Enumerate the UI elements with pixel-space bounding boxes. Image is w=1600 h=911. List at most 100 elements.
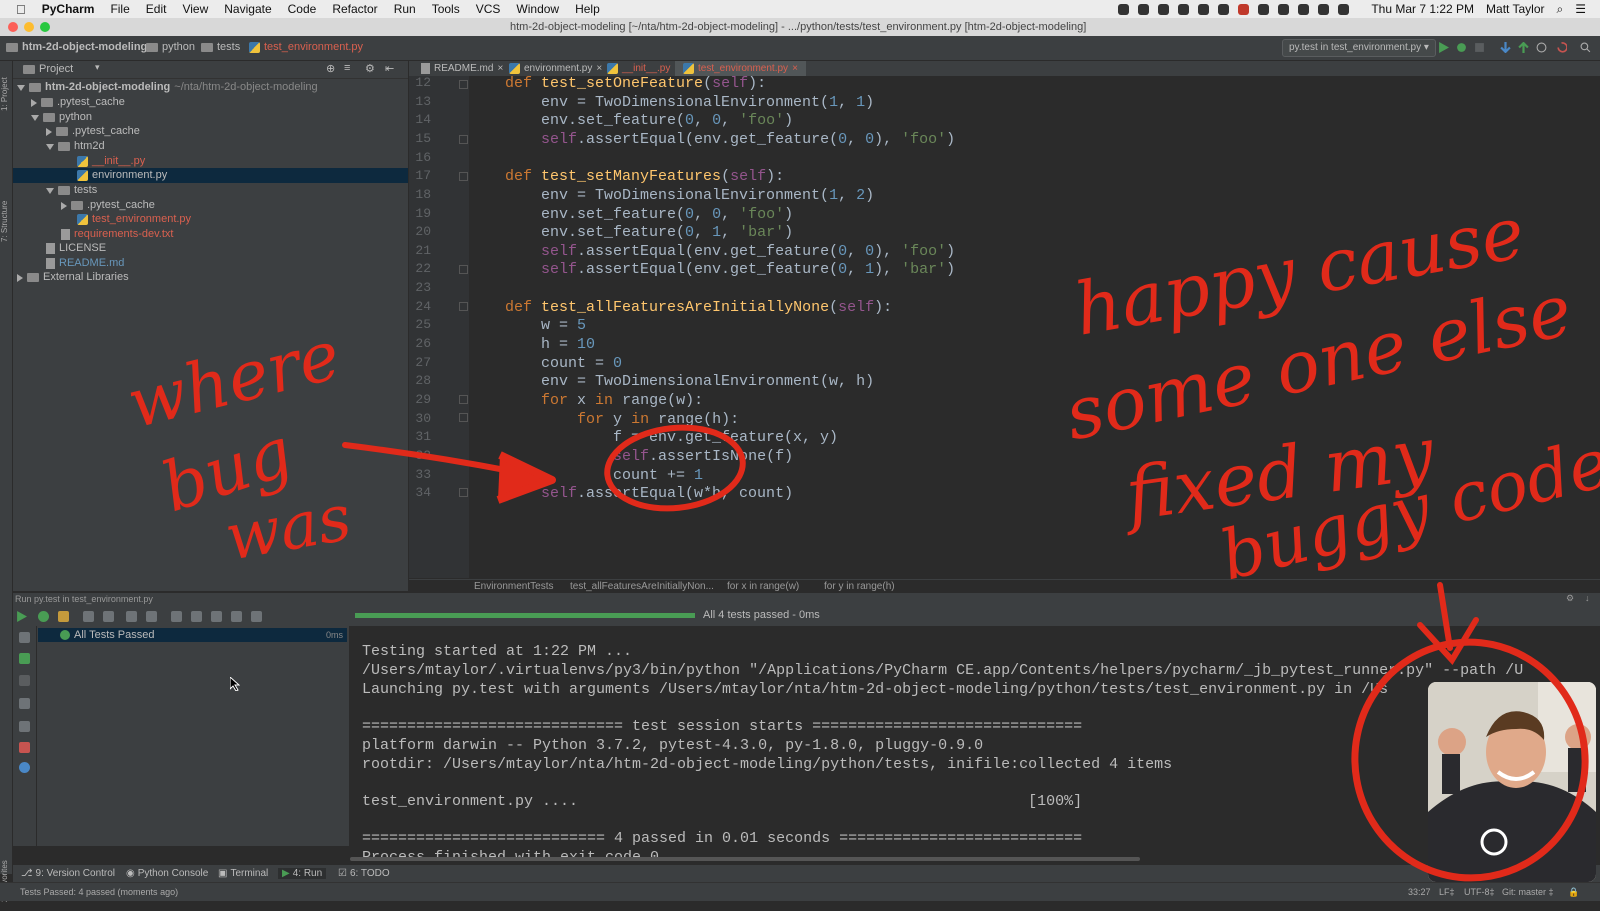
rerun-icon[interactable] xyxy=(16,611,27,622)
tree-item-readme[interactable]: README.md xyxy=(46,256,124,271)
lock-icon[interactable]: 🔒 xyxy=(1568,887,1579,898)
pin-icon[interactable] xyxy=(19,721,30,732)
menu-window[interactable]: Window xyxy=(516,2,559,16)
favorites-tool-tab[interactable]: 2: Favorites xyxy=(0,851,12,911)
tree-item-tests[interactable]: tests xyxy=(46,183,97,198)
chevron-down-icon[interactable]: ▾ xyxy=(95,62,100,73)
fold-marker-icon[interactable] xyxy=(459,135,468,144)
settings-icon[interactable] xyxy=(251,611,262,622)
expand-all-icon[interactable] xyxy=(126,611,137,622)
tree-item-python[interactable]: python xyxy=(31,110,92,125)
fold-marker-icon[interactable] xyxy=(459,302,468,311)
tree-item-environment-py[interactable]: environment.py xyxy=(13,168,408,183)
menu-run[interactable]: Run xyxy=(394,2,416,16)
nav-crumb-project[interactable]: htm-2d-object-modeling xyxy=(6,41,147,53)
file-encoding[interactable]: UTF-8‡ xyxy=(1464,887,1495,897)
menu-tray-icons[interactable] xyxy=(1118,3,1350,15)
apple-icon[interactable]:  xyxy=(16,2,26,17)
spotlight-icon[interactable]: ⌕ xyxy=(1557,2,1564,17)
status-message[interactable]: Tests Passed: 4 passed (moments ago) xyxy=(20,887,178,897)
tray-icon[interactable] xyxy=(1218,3,1230,15)
console-scrollbar[interactable] xyxy=(350,857,1140,861)
gear-icon[interactable]: ⚙ xyxy=(365,62,375,75)
tree-item-pytest-cache[interactable]: .pytest_cache xyxy=(61,198,155,213)
stop-icon[interactable] xyxy=(19,675,30,686)
tab-version-control[interactable]: ⎇ 9: Version Control xyxy=(21,868,115,879)
sort-alpha-icon[interactable] xyxy=(83,611,94,622)
debug-icon[interactable] xyxy=(1456,42,1467,53)
fold-marker-icon[interactable] xyxy=(459,265,468,274)
fold-marker-icon[interactable] xyxy=(459,413,468,422)
project-view-selector[interactable]: Project xyxy=(39,63,73,75)
test-tree-item-all[interactable]: All Tests Passed 0ms xyxy=(38,628,347,642)
menu-vcs[interactable]: VCS xyxy=(476,2,501,16)
tab-environment[interactable]: environment.py × xyxy=(501,61,610,76)
expand-arrow-icon[interactable] xyxy=(31,114,39,121)
menu-edit[interactable]: Edit xyxy=(146,2,167,16)
tree-item-pytest-cache[interactable]: .pytest_cache xyxy=(31,95,125,110)
revert-icon[interactable] xyxy=(1556,42,1567,53)
structure-tool-tab[interactable]: 7: Structure xyxy=(0,191,12,251)
wifi-icon[interactable] xyxy=(1278,3,1290,15)
collapse-arrow-icon[interactable] xyxy=(61,201,67,210)
hide-panel-icon[interactable]: ⇤ xyxy=(385,62,394,75)
previous-test-icon[interactable] xyxy=(171,611,182,622)
expand-arrow-icon[interactable] xyxy=(17,84,25,91)
line-separator[interactable]: LF‡ xyxy=(1439,887,1455,897)
dropbox-icon[interactable] xyxy=(1158,3,1170,15)
record-icon[interactable] xyxy=(1238,3,1250,15)
menu-app-name[interactable]: PyCharm xyxy=(42,2,95,16)
show-ignored-icon[interactable] xyxy=(58,611,69,622)
tray-icon[interactable] xyxy=(1178,3,1190,15)
collapse-arrow-icon[interactable] xyxy=(31,98,37,107)
collapse-all-icon[interactable] xyxy=(146,611,157,622)
gear-icon[interactable]: ⚙ xyxy=(1566,593,1574,604)
collapse-all-icon[interactable]: ≡ xyxy=(344,62,350,74)
fold-marker-icon[interactable] xyxy=(459,172,468,181)
nav-crumb-file[interactable]: test_environment.py xyxy=(249,41,363,53)
tree-item-license[interactable]: LICENSE xyxy=(46,241,106,256)
collapse-arrow-icon[interactable] xyxy=(17,273,23,282)
tree-item-test-environment-py[interactable]: test_environment.py xyxy=(77,212,191,227)
git-branch[interactable]: Git: master ‡ xyxy=(1502,887,1554,897)
caret-position[interactable]: 33:27 xyxy=(1408,887,1431,897)
tab-python-console[interactable]: ◉ Python Console xyxy=(126,868,208,879)
display-icon[interactable] xyxy=(1298,3,1310,15)
vcs-history-icon[interactable] xyxy=(1536,42,1547,53)
close-icon[interactable]: × xyxy=(792,61,798,76)
project-tool-tab[interactable]: 1: Project xyxy=(0,65,12,123)
fold-marker-icon[interactable] xyxy=(459,80,468,89)
vcs-update-icon[interactable] xyxy=(1500,42,1511,53)
tab-run[interactable]: ▶ 4: Run xyxy=(278,868,327,879)
stop-icon[interactable] xyxy=(1474,42,1485,53)
tray-icon[interactable] xyxy=(1198,3,1210,15)
nav-crumb-tests[interactable]: tests xyxy=(201,41,240,53)
code-editor[interactable] xyxy=(469,76,1600,578)
search-icon[interactable] xyxy=(1580,42,1591,53)
tab-terminal[interactable]: ▣ Terminal xyxy=(218,868,268,879)
tree-root[interactable]: htm-2d-object-modeling ~/nta/htm-2d-objec… xyxy=(17,80,318,95)
minimize-window-button[interactable] xyxy=(24,22,34,32)
tab-todo[interactable]: ☑ 6: TODO xyxy=(338,868,390,879)
fold-marker-icon[interactable] xyxy=(459,395,468,404)
help-icon[interactable] xyxy=(19,762,30,773)
tree-item-external-libraries[interactable]: External Libraries xyxy=(17,270,129,285)
tray-icon[interactable] xyxy=(1258,3,1270,15)
tree-item-requirements[interactable]: requirements-dev.txt xyxy=(61,227,173,242)
tree-item-htm2d[interactable]: htm2d xyxy=(46,139,105,154)
fold-marker-icon[interactable] xyxy=(459,488,468,497)
show-passed-icon[interactable] xyxy=(38,611,49,622)
rerun-failed-icon[interactable] xyxy=(19,632,30,643)
menu-tools[interactable]: Tools xyxy=(432,2,460,16)
sort-duration-icon[interactable] xyxy=(103,611,114,622)
expand-arrow-icon[interactable] xyxy=(46,187,54,194)
expand-arrow-icon[interactable] xyxy=(46,143,54,150)
run-icon[interactable] xyxy=(1438,42,1449,53)
zoom-window-button[interactable] xyxy=(40,22,50,32)
battery-icon[interactable] xyxy=(1338,3,1350,15)
menu-refactor[interactable]: Refactor xyxy=(332,2,377,16)
tab-readme[interactable]: README.md × xyxy=(413,61,511,76)
breadcrumb-for-y[interactable]: for y in range(h) xyxy=(824,581,895,592)
next-test-icon[interactable] xyxy=(191,611,202,622)
tray-icon[interactable] xyxy=(1118,3,1130,15)
